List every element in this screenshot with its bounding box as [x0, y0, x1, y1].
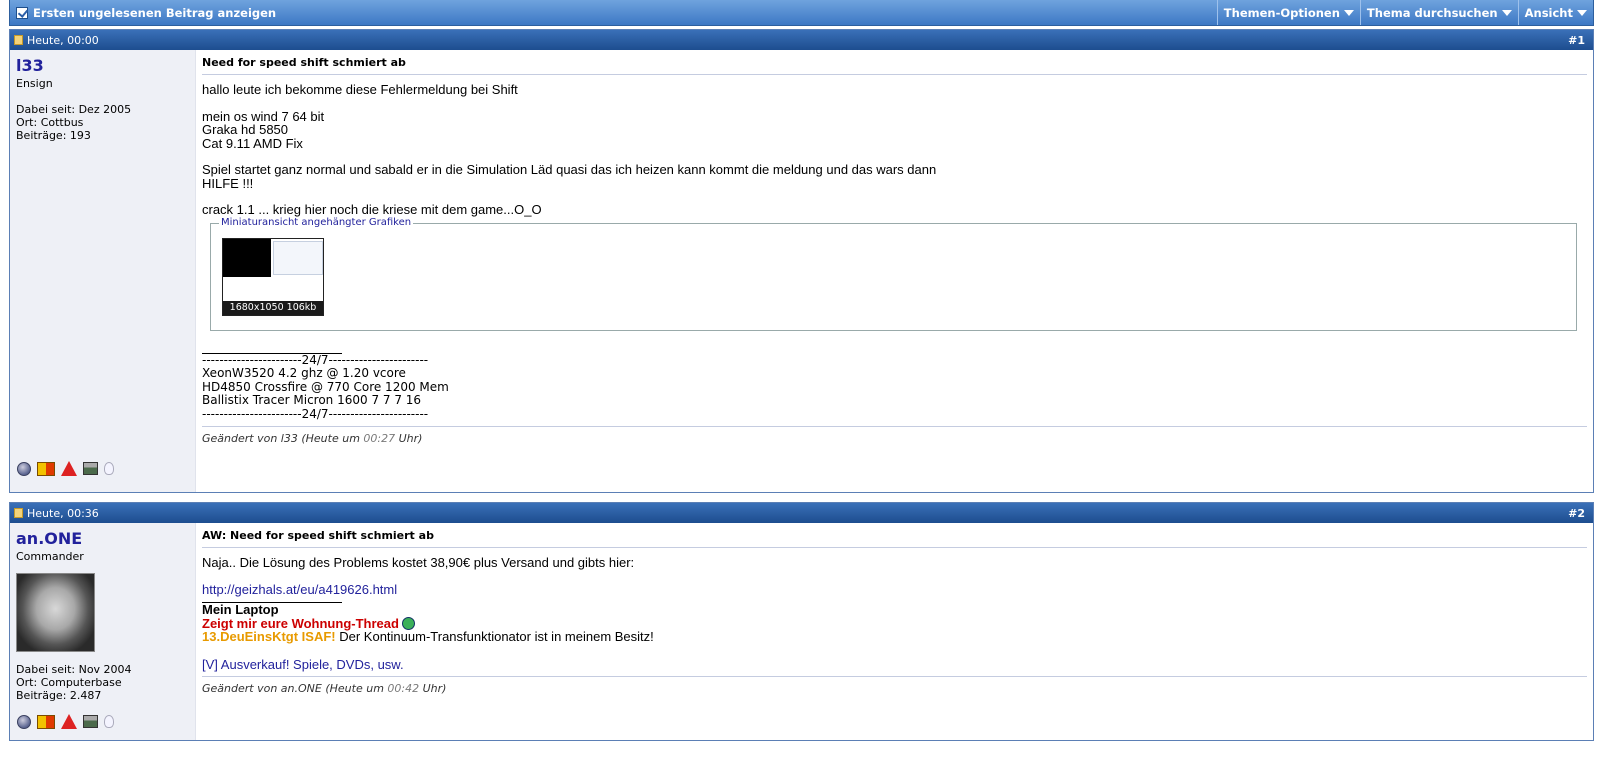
edited-time: 00:27 — [363, 432, 396, 445]
online-status-icon[interactable] — [17, 461, 31, 476]
report-warning-icon[interactable] — [61, 461, 77, 476]
user-info: l33 Ensign Dabei seit: Dez 2005 Ort: Cot… — [10, 50, 196, 492]
post-message: Naja.. Die Lösung des Problems kostet 38… — [202, 556, 1587, 596]
attachment-thumbnail[interactable]: 1680x1050 106kb — [222, 237, 324, 316]
printer-icon[interactable] — [83, 462, 98, 475]
post-date: Heute, 00:36 — [27, 506, 99, 520]
signature-laptop-link[interactable]: Mein Laptop — [202, 603, 1587, 617]
edited-note: Geändert von an.ONE (Heute um 00:42 Uhr) — [202, 676, 1587, 695]
thread-options-menu[interactable]: Themen-Optionen — [1216, 0, 1360, 25]
user-joined: Dabei seit: Nov 2004 — [16, 663, 132, 676]
report-warning-icon[interactable] — [61, 714, 77, 729]
signature-isaf[interactable]: 13.DeuEinsKtgt ISAF! — [202, 629, 336, 644]
user-post-count: Beiträge: 193 — [16, 129, 91, 142]
signature: -----------------------24/7-------------… — [202, 352, 1587, 422]
yellow-red-card-icon[interactable] — [37, 714, 55, 729]
signature-line: -----------------------24/7-------------… — [202, 352, 429, 367]
post-date: Heute, 00:00 — [27, 33, 99, 47]
view-label[interactable]: Ansicht — [1525, 6, 1573, 20]
user-action-icons — [17, 714, 114, 729]
thread-options-label[interactable]: Themen-Optionen — [1224, 6, 1340, 20]
username-link[interactable]: l33 — [16, 56, 189, 75]
message-line: hallo leute ich bekomme diese Fehlermeld… — [202, 82, 518, 97]
message-line: crack 1.1 ... krieg hier noch die kriese… — [202, 202, 542, 217]
post-1: Heute, 00:00 #1 l33 Ensign Dabei seit: D… — [9, 29, 1594, 493]
chevron-down-icon — [1501, 9, 1512, 16]
search-thread-label[interactable]: Thema durchsuchen — [1367, 6, 1498, 20]
first-unread-link[interactable]: Ersten ungelesenen Beitrag anzeigen — [10, 6, 1217, 20]
username-link[interactable]: an.ONE — [16, 529, 189, 548]
thread-toolbar: Ersten ungelesenen Beitrag anzeigen Them… — [9, 0, 1594, 26]
view-menu[interactable]: Ansicht — [1517, 0, 1593, 25]
message-line: HILFE !!! — [202, 175, 254, 191]
attachment-caption: 1680x1050 106kb — [223, 300, 323, 315]
user-action-icons — [17, 461, 114, 476]
lightbulb-icon[interactable] — [104, 715, 114, 728]
post-number-link[interactable]: #1 — [1568, 34, 1589, 47]
chevron-down-icon — [1577, 9, 1587, 16]
printer-icon[interactable] — [83, 715, 98, 728]
post-header: Heute, 00:36 #2 — [10, 503, 1593, 523]
user-post-count: Beiträge: 2.487 — [16, 689, 102, 702]
message-line: Graka hd 5850 — [202, 122, 289, 137]
checkbox-icon — [16, 6, 28, 19]
edited-time: 00:42 — [387, 682, 420, 695]
smiley-icon — [401, 616, 415, 630]
edited-prefix: Geändert von an.ONE (Heute um — [202, 682, 388, 695]
user-joined: Dabei seit: Dez 2005 — [16, 103, 132, 116]
signature-line: XeonW3520 4.2 ghz @ 1.20 vcore — [202, 366, 406, 380]
attachments-box: Miniaturansicht angehängter Grafiken 168… — [210, 216, 1577, 331]
product-link[interactable]: http://geizhals.at/eu/a419626.html — [202, 582, 397, 597]
avatar — [16, 573, 95, 652]
edited-suffix: Uhr) — [419, 682, 447, 695]
user-location: Ort: Cottbus — [16, 116, 84, 129]
post-content: AW: Need for speed shift schmiert ab Naj… — [196, 523, 1593, 740]
online-status-icon[interactable] — [17, 714, 31, 729]
post-header: Heute, 00:00 #1 — [10, 30, 1593, 50]
signature-line: Ballistix Tracer Micron 1600 7 7 7 16 — [202, 393, 422, 407]
signature-isaf-text: Der Kontinuum-Transfunktionator ist in m… — [335, 629, 654, 644]
user-info: an.ONE Commander Dabei seit: Nov 2004 Or… — [10, 523, 196, 740]
search-thread-menu[interactable]: Thema durchsuchen — [1359, 0, 1518, 25]
first-unread-label[interactable]: Ersten ungelesenen Beitrag anzeigen — [33, 6, 276, 20]
message-line: Spiel startet ganz normal und sabald er … — [202, 162, 937, 177]
edited-suffix: Uhr) — [395, 432, 423, 445]
post-content: Need for speed shift schmiert ab hallo l… — [196, 50, 1593, 492]
edited-note: Geändert von l33 (Heute um 00:27 Uhr) — [202, 426, 1587, 445]
signature-sale-link[interactable]: [V] Ausverkauf! Spiele, DVDs, usw. — [202, 657, 404, 672]
signature: Mein Laptop Zeigt mir eure Wohnung-Threa… — [202, 603, 1587, 671]
signature-line: HD4850 Crossfire @ 770 Core 1200 Mem — [202, 379, 449, 394]
post-title: AW: Need for speed shift schmiert ab — [202, 529, 1587, 548]
chevron-down-icon — [1343, 9, 1354, 16]
lightbulb-icon[interactable] — [104, 462, 114, 475]
post-title: Need for speed shift schmiert ab — [202, 56, 1587, 75]
post-2: Heute, 00:36 #2 an.ONE Commander Dabei s… — [9, 502, 1594, 741]
user-title: Ensign — [16, 77, 53, 90]
post-message: hallo leute ich bekomme diese Fehlermeld… — [202, 83, 1587, 217]
signature-line: -----------------------24/7-------------… — [202, 406, 429, 421]
edited-prefix: Geändert von l33 (Heute um — [202, 432, 364, 445]
yellow-red-card-icon[interactable] — [37, 461, 55, 476]
attachments-legend: Miniaturansicht angehängter Grafiken — [219, 216, 414, 228]
post-status-icon — [14, 35, 23, 45]
post-number-link[interactable]: #2 — [1568, 507, 1589, 520]
message-line: mein os wind 7 64 bit — [202, 108, 325, 124]
message-line: Naja.. Die Lösung des Problems kostet 38… — [202, 555, 635, 570]
post-status-icon — [14, 508, 23, 518]
message-line: Cat 9.11 AMD Fix — [202, 135, 303, 151]
user-title: Commander — [16, 550, 84, 563]
user-location: Ort: Computerbase — [16, 676, 122, 689]
